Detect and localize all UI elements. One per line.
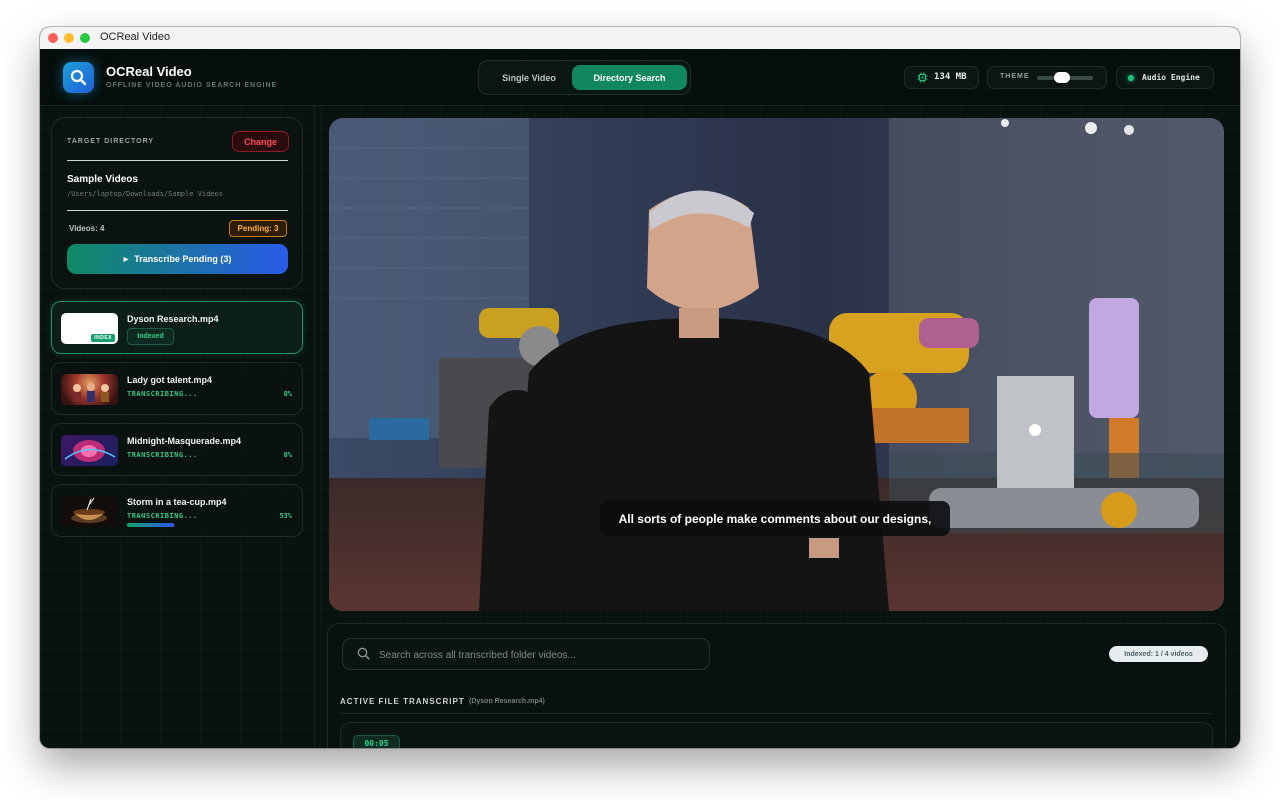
- progress-bar: [127, 523, 215, 527]
- video-name: Midnight-Masquerade.mp4: [127, 436, 242, 446]
- change-directory-button[interactable]: Change: [232, 131, 289, 152]
- play-icon: ▶: [123, 256, 129, 263]
- chip-icon: [917, 72, 928, 83]
- directory-name: Sample Videos: [67, 174, 138, 185]
- progress-fill: [127, 523, 174, 527]
- search-icon: [70, 69, 87, 86]
- progress-percent: 0%: [283, 451, 292, 459]
- teacup-image: [71, 497, 107, 523]
- indexed-badge: Indexed: [127, 328, 174, 345]
- pending-badge: Pending: 3: [229, 220, 287, 237]
- video-thumbnail: [61, 435, 118, 466]
- progress-percent: 0%: [283, 390, 292, 398]
- directory-path: /Users/laptop/Downloads/Sample Videos: [67, 190, 223, 198]
- video-thumbnail: INDEX: [61, 313, 118, 344]
- indexed-count-badge: Indexed: 1 / 4 videos: [1109, 646, 1208, 662]
- title-bar: OCReal Video: [40, 27, 1240, 50]
- progress-percent: 53%: [279, 512, 292, 520]
- videos-count: Videos: 4: [69, 224, 105, 233]
- header: OCReal Video OFFLINE VIDEO AUDIO SEARCH …: [40, 49, 1240, 106]
- video-name: Lady got talent.mp4: [127, 375, 213, 385]
- sidebar: TARGET DIRECTORY Change Sample Videos /U…: [40, 106, 315, 748]
- close-window-button[interactable]: [48, 33, 58, 43]
- video-frame-image: [329, 118, 1224, 611]
- divider: [67, 210, 288, 211]
- transcript-entry[interactable]: 00:05: [340, 722, 1213, 748]
- video-player[interactable]: All sorts of people make comments about …: [329, 118, 1224, 611]
- transcribing-status: TRANSCRIBING...: [127, 512, 198, 520]
- video-name: Dyson Research.mp4: [127, 314, 219, 324]
- memory-value: 134 MB: [934, 72, 967, 82]
- app-body: OCReal Video OFFLINE VIDEO AUDIO SEARCH …: [40, 49, 1240, 748]
- video-thumbnail: [61, 496, 118, 527]
- app-logo: [63, 62, 94, 93]
- tab-directory-search[interactable]: Directory Search: [572, 65, 687, 90]
- video-name: Storm in a tea-cup.mp4: [127, 497, 227, 507]
- video-caption: All sorts of people make comments about …: [600, 501, 950, 536]
- theme-slider-knob[interactable]: [1054, 72, 1070, 83]
- stage-performers-image: [73, 383, 109, 402]
- index-tag: INDEX: [91, 334, 115, 342]
- timestamp-badge[interactable]: 00:05: [353, 735, 400, 748]
- transcribe-pending-label: Transcribe Pending (3): [134, 254, 232, 264]
- transcribing-status: TRANSCRIBING...: [127, 451, 198, 459]
- search-input[interactable]: [377, 639, 701, 671]
- brand-subtitle: OFFLINE VIDEO AUDIO SEARCH ENGINE: [106, 82, 278, 89]
- video-list-item[interactable]: Lady got talent.mp4 TRANSCRIBING... 0%: [51, 362, 303, 415]
- tab-single-video[interactable]: Single Video: [485, 65, 573, 90]
- audio-engine-status: Audio Engine: [1116, 66, 1214, 89]
- status-dot-icon: [1128, 75, 1134, 81]
- minimize-window-button[interactable]: [64, 33, 74, 43]
- theme-toggle-group: THEME: [987, 66, 1107, 89]
- audio-engine-label: Audio Engine: [1142, 73, 1200, 82]
- zoom-window-button[interactable]: [80, 33, 90, 43]
- app-window: OCReal Video OCReal Video OFFLINE VIDEO …: [40, 27, 1240, 748]
- memory-usage: 134 MB: [904, 66, 979, 89]
- video-list-item[interactable]: Midnight-Masquerade.mp4 TRANSCRIBING... …: [51, 423, 303, 476]
- window-title: OCReal Video: [100, 31, 171, 43]
- target-directory-card: TARGET DIRECTORY Change Sample Videos /U…: [51, 117, 303, 289]
- search-transcript-panel: Indexed: 1 / 4 videos ACTIVE FILE TRANSC…: [327, 623, 1226, 748]
- transcribe-pending-button[interactable]: ▶ Transcribe Pending (3): [67, 244, 288, 274]
- theme-label: THEME: [1000, 73, 1030, 80]
- search-icon: [357, 647, 370, 660]
- transcribing-status: TRANSCRIBING...: [127, 390, 198, 398]
- transcript-file-name: (Dyson Research.mp4): [469, 698, 545, 705]
- divider: [340, 713, 1211, 714]
- target-directory-label: TARGET DIRECTORY: [67, 138, 155, 145]
- video-thumbnail: [61, 374, 118, 405]
- masquerade-image: [64, 440, 116, 462]
- video-list-item[interactable]: INDEX Dyson Research.mp4 Indexed: [51, 301, 303, 354]
- search-box[interactable]: [342, 638, 710, 671]
- transcript-title: ACTIVE FILE TRANSCRIPT: [340, 697, 465, 706]
- video-list-item[interactable]: Storm in a tea-cup.mp4 TRANSCRIBING... 5…: [51, 484, 303, 537]
- divider: [67, 160, 288, 161]
- mode-tabs: Single Video Directory Search: [478, 60, 691, 95]
- brand-title: OCReal Video: [106, 64, 192, 79]
